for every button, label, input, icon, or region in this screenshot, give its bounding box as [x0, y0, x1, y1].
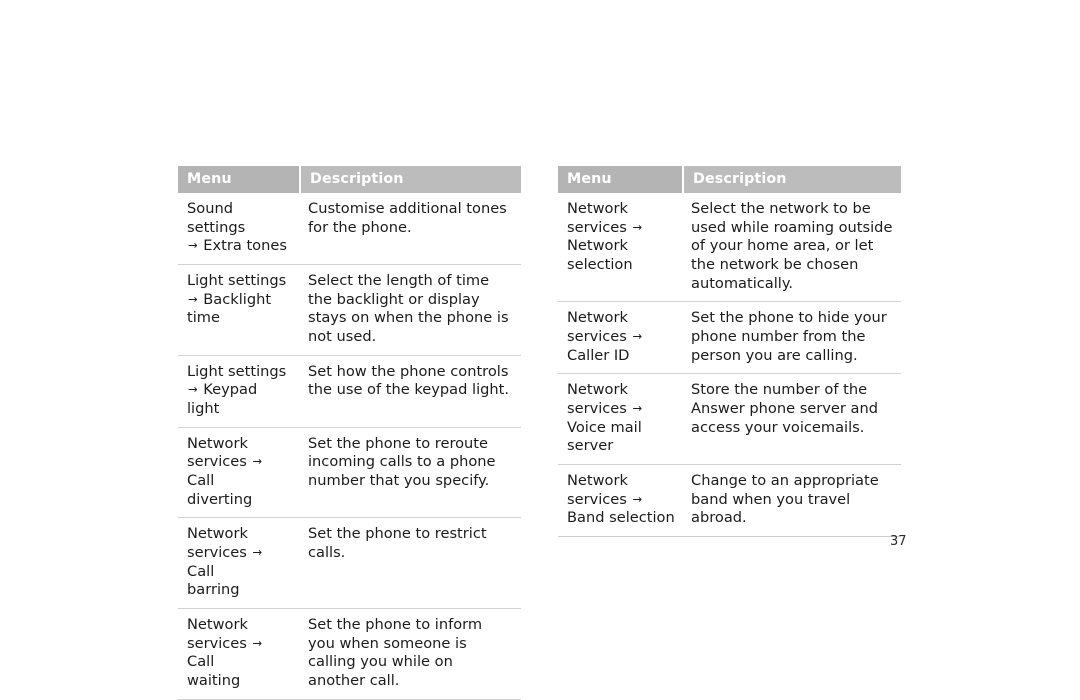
menu-line: Network	[567, 381, 628, 399]
menu-table-right: Menu Description Network services → Netw…	[558, 166, 901, 538]
table-header: Menu Description	[558, 166, 901, 193]
table-header: Menu Description	[178, 166, 521, 193]
menu-line: services	[567, 218, 627, 236]
description-cell: Select the network to be used while roam…	[683, 193, 901, 303]
table-row: Sound settings → Extra tones Customise a…	[178, 193, 521, 266]
menu-line: services	[567, 328, 627, 346]
table-row: Network services → Band selection Change…	[558, 464, 901, 538]
menu-path-cell: Light settings → Keypad light	[178, 355, 300, 428]
menu-line: Band selection	[567, 509, 675, 527]
menu-line: waiting	[187, 672, 241, 690]
menu-path-cell: Network services → Call barring	[178, 517, 300, 610]
description-cell: Set the phone to inform you when someone…	[300, 608, 521, 700]
menu-line: Network	[187, 616, 248, 634]
menu-line: server	[567, 437, 614, 455]
table-row: Network services → Call barring Set the …	[178, 517, 521, 610]
description-cell: Set the phone to restrict calls.	[300, 517, 521, 610]
settings-table: Menu Description Sound settings → Extra …	[178, 166, 521, 700]
menu-path-cell: Network services → Network selection	[558, 193, 683, 303]
menu-line: Call	[187, 562, 215, 580]
table-body: Sound settings → Extra tones Customise a…	[178, 193, 521, 700]
menu-line: Voice mail	[567, 418, 642, 436]
menu-path-cell: Sound settings → Extra tones	[178, 193, 300, 266]
table-row: Network services → Caller ID Set the pho…	[558, 301, 901, 375]
description-cell: Store the number of the Answer phone ser…	[683, 373, 901, 466]
menu-line: Backlight	[203, 290, 272, 308]
menu-line: barring	[187, 581, 240, 599]
table-header-row: Menu Description	[178, 166, 521, 193]
table-header-row: Menu Description	[558, 166, 901, 193]
arrow-right-icon: →	[632, 491, 643, 506]
menu-line: Caller ID	[567, 346, 630, 364]
table-row: Network services → Network selection Sel…	[558, 193, 901, 303]
menu-line: Extra tones	[203, 237, 287, 255]
menu-line: Light settings	[187, 362, 287, 380]
menu-line: Network	[567, 472, 628, 490]
menu-line: Call	[187, 653, 215, 671]
menu-line: selection	[567, 256, 633, 274]
menu-table-left: Menu Description Sound settings → Extra …	[178, 166, 521, 700]
arrow-right-icon: →	[188, 291, 198, 306]
column-header-description: Description	[299, 166, 521, 193]
menu-line: Network	[567, 237, 628, 255]
menu-line: Network	[187, 434, 248, 452]
menu-line: diverting	[187, 490, 253, 508]
menu-line: time	[187, 309, 220, 327]
menu-line: Call	[187, 472, 215, 490]
table-row: Network services → Voice mail server Sto…	[558, 373, 901, 466]
menu-line: services	[187, 544, 247, 562]
column-header-menu: Menu	[178, 166, 300, 193]
menu-path-cell: Network services → Caller ID	[558, 301, 683, 375]
arrow-right-icon: →	[252, 545, 263, 560]
table-body: Network services → Network selection Sel…	[558, 193, 901, 538]
column-header-description: Description	[682, 166, 901, 193]
description-cell: Change to an appropriate band when you t…	[683, 464, 901, 538]
arrow-right-icon: →	[188, 238, 198, 253]
menu-path-cell: Light settings → Backlight time	[178, 264, 300, 356]
menu-path-cell: Network services → Band selection	[558, 464, 683, 538]
menu-path-cell: Network services → Call diverting	[178, 427, 300, 519]
column-header-menu: Menu	[558, 166, 683, 193]
table-row: Light settings → Keypad light Set how th…	[178, 355, 521, 428]
arrow-right-icon: →	[632, 401, 643, 416]
arrow-right-icon: →	[252, 454, 263, 469]
menu-path-cell: Network services → Voice mail server	[558, 373, 683, 466]
page-number: 37	[890, 534, 907, 549]
description-cell: Set the phone to hide your phone number …	[683, 301, 901, 375]
table-row: Network services → Call waiting Set the …	[178, 608, 521, 700]
menu-path-cell: Network services → Call waiting	[178, 608, 300, 700]
arrow-right-icon: →	[252, 635, 263, 650]
menu-line: services	[567, 490, 627, 508]
table-row: Network services → Call diverting Set th…	[178, 427, 521, 519]
arrow-right-icon: →	[632, 219, 643, 234]
arrow-right-icon: →	[632, 329, 643, 344]
menu-line: services	[187, 453, 247, 471]
menu-line: Sound settings	[187, 200, 246, 236]
description-cell: Set how the phone controls the use of th…	[300, 355, 521, 428]
document-page: Menu Description Sound settings → Extra …	[0, 0, 1080, 700]
menu-line: services	[187, 634, 247, 652]
description-cell: Customise additional tones for the phone…	[300, 193, 521, 266]
menu-line: Network	[187, 525, 248, 543]
menu-line: services	[567, 400, 627, 418]
description-cell: Select the length of time the backlight …	[300, 264, 521, 356]
table-row: Light settings → Backlight time Select t…	[178, 264, 521, 356]
arrow-right-icon: →	[188, 382, 198, 397]
settings-table: Menu Description Network services → Netw…	[558, 166, 901, 538]
menu-line: Light settings	[187, 272, 287, 290]
menu-line: Network	[567, 309, 628, 327]
description-cell: Set the phone to reroute incoming calls …	[300, 427, 521, 519]
menu-line: Network	[567, 200, 628, 217]
